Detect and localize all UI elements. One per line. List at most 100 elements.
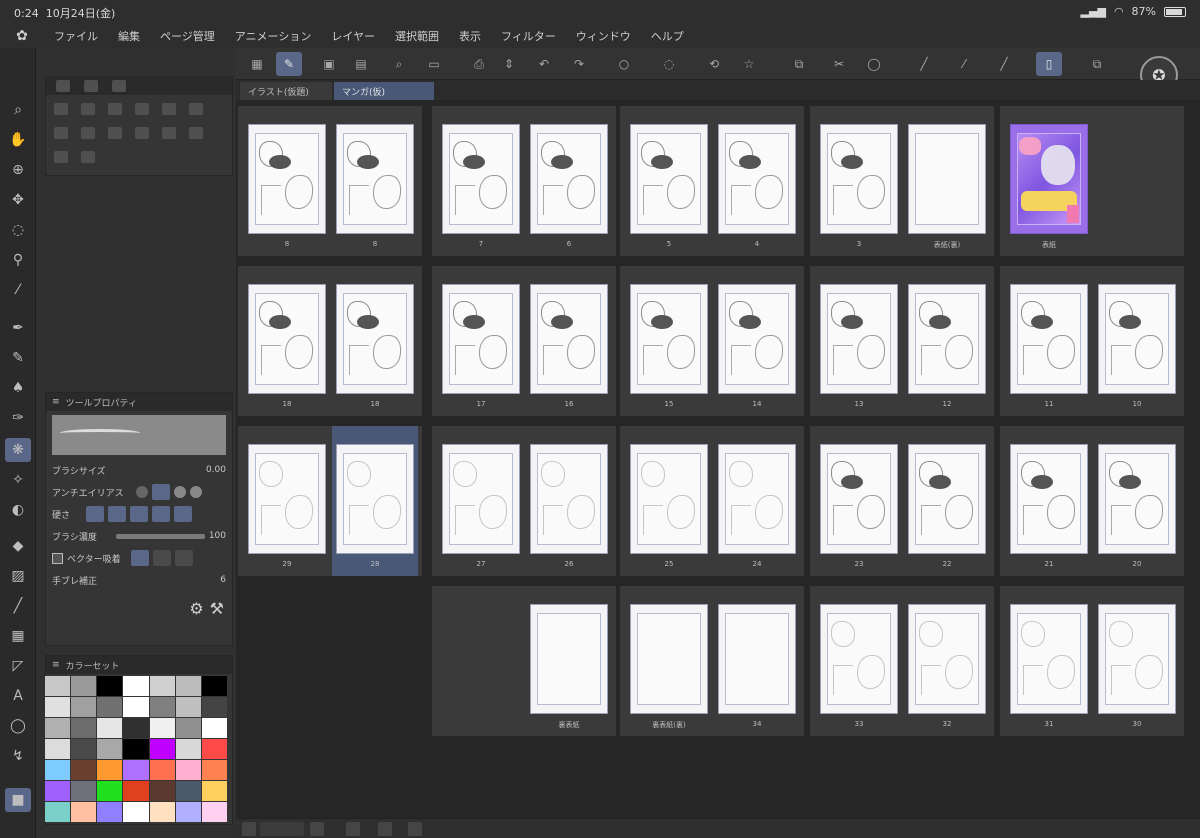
color-swatch[interactable] — [97, 697, 123, 717]
anti-alias-none[interactable] — [136, 486, 148, 498]
brush-stroke-icon[interactable]: ⁄ — [951, 52, 977, 76]
selection-icon[interactable]: ◌ — [5, 218, 31, 242]
brush-size-value[interactable]: 0.00 — [206, 465, 226, 475]
color-swatch[interactable] — [45, 802, 71, 822]
page-thumbnail[interactable] — [1098, 444, 1176, 554]
page-thumbnail[interactable] — [442, 444, 520, 554]
page-thumbnail[interactable] — [442, 124, 520, 234]
page-thumbnail[interactable] — [908, 604, 986, 714]
color-swatch[interactable] — [201, 697, 227, 717]
anti-alias-weak[interactable] — [152, 484, 170, 500]
sub-tool-tab-icon[interactable] — [56, 80, 70, 92]
menu-layer[interactable]: レイヤー — [321, 28, 385, 44]
color-swatch[interactable] — [97, 739, 123, 759]
color-icon[interactable]: ▣ — [316, 52, 342, 76]
vector-checkbox[interactable] — [52, 552, 63, 564]
color-swatch[interactable] — [123, 760, 149, 780]
color-swatch[interactable] — [175, 676, 201, 696]
sub-tool-icon[interactable] — [108, 103, 123, 115]
color-swatch[interactable] — [45, 760, 71, 780]
page-thumbnail[interactable] — [718, 604, 796, 714]
color-swatch[interactable] — [149, 697, 175, 717]
settings-icon[interactable]: ⚙ — [189, 599, 203, 619]
search-icon[interactable]: ⌕ — [386, 52, 412, 76]
copy-icon[interactable]: ⧉ — [786, 52, 812, 76]
color-swatch[interactable] — [97, 802, 123, 822]
color-swatch[interactable] — [123, 697, 149, 717]
eraser-icon[interactable]: ✧ — [5, 468, 31, 492]
page-thumbnail[interactable] — [1010, 124, 1088, 234]
decoration-icon[interactable]: ❋ — [5, 438, 31, 462]
fill-icon[interactable]: ◆ — [5, 534, 31, 558]
menu-view[interactable]: 表示 — [449, 28, 491, 44]
page-thumbnail[interactable] — [820, 284, 898, 394]
color-swatch[interactable] — [175, 739, 201, 759]
page-thumbnail[interactable] — [248, 124, 326, 234]
page-thumbnail[interactable] — [630, 604, 708, 714]
hand-icon[interactable]: ✋ — [5, 128, 31, 152]
hardness-option[interactable] — [108, 506, 126, 522]
color-swatch[interactable] — [71, 676, 97, 696]
hardness-option[interactable] — [152, 506, 170, 522]
page-thumbnail[interactable] — [530, 124, 608, 234]
pencil-icon[interactable]: ✎ — [5, 346, 31, 370]
sub-tool-icon[interactable] — [54, 127, 68, 139]
balloon-icon[interactable]: ◯ — [5, 714, 31, 738]
grid-view-icon[interactable]: ▦ — [244, 52, 270, 76]
color-swatch[interactable] — [201, 676, 227, 696]
star-icon[interactable]: ☆ — [736, 52, 762, 76]
sub-tool-icon[interactable] — [81, 103, 96, 115]
menu-help[interactable]: ヘルプ — [641, 28, 694, 44]
color-swatch[interactable] — [97, 718, 123, 738]
color-swatch[interactable] — [175, 781, 201, 801]
hardness-option[interactable] — [174, 506, 192, 522]
color-swatch[interactable] — [175, 760, 201, 780]
color-swatch[interactable] — [45, 781, 71, 801]
wrench-icon[interactable]: ⚒ — [210, 599, 224, 619]
menu-page-manage[interactable]: ページ管理 — [150, 28, 225, 44]
color-swatch[interactable] — [45, 697, 71, 717]
zoom-in-small-icon[interactable] — [310, 822, 324, 836]
pen-select-icon[interactable]: ✎ — [276, 52, 302, 76]
color-swatch[interactable] — [175, 718, 201, 738]
page-thumbnail[interactable] — [530, 604, 608, 714]
page-thumbnail[interactable] — [718, 444, 796, 554]
line-icon[interactable]: ╱ — [911, 52, 937, 76]
page-thumbnail[interactable] — [1010, 284, 1088, 394]
pen-stroke-icon[interactable]: ╱ — [991, 52, 1017, 76]
text-icon[interactable]: A — [5, 684, 31, 708]
vector-option[interactable] — [131, 550, 149, 566]
menu-filter[interactable]: フィルター — [491, 28, 566, 44]
shape-icon[interactable]: ○ — [611, 52, 637, 76]
stabilization-value[interactable]: 6 — [220, 575, 226, 585]
color-swatch[interactable] — [71, 760, 97, 780]
page-thumbnail[interactable] — [718, 284, 796, 394]
refresh-icon[interactable] — [378, 822, 392, 836]
transform-icon[interactable]: ◌ — [656, 52, 682, 76]
zoom-in-icon[interactable]: ⊕ — [5, 158, 31, 182]
page-thumbnail[interactable] — [336, 124, 414, 234]
app-logo-icon[interactable]: ✿ — [0, 24, 44, 48]
page-thumbnail[interactable] — [1098, 284, 1176, 394]
menu-file[interactable]: ファイル — [44, 28, 108, 44]
color-swatch[interactable] — [45, 718, 71, 738]
color-swatch[interactable] — [71, 739, 97, 759]
sub-tool-icon[interactable] — [81, 151, 96, 163]
fit-icon[interactable] — [346, 822, 360, 836]
page-thumbnail[interactable] — [248, 284, 326, 394]
color-swatch[interactable] — [149, 781, 175, 801]
page-thumbnail[interactable] — [908, 284, 986, 394]
sub-tool-icon[interactable] — [54, 103, 68, 115]
save-icon[interactable]: ▭ — [421, 52, 447, 76]
brush-density-value[interactable]: 100 — [209, 531, 226, 541]
color-swatch[interactable] — [149, 760, 175, 780]
vector-option[interactable] — [175, 550, 193, 566]
color-swatch[interactable] — [201, 739, 227, 759]
color-swatch[interactable] — [97, 760, 123, 780]
scroll-icon[interactable]: ⇕ — [496, 52, 522, 76]
hardness-option[interactable] — [86, 506, 104, 522]
color-swatch[interactable] — [123, 802, 149, 822]
page-thumbnail[interactable] — [1098, 604, 1176, 714]
sub-tool-icon[interactable] — [108, 127, 123, 139]
menu-selection[interactable]: 選択範囲 — [385, 28, 449, 44]
